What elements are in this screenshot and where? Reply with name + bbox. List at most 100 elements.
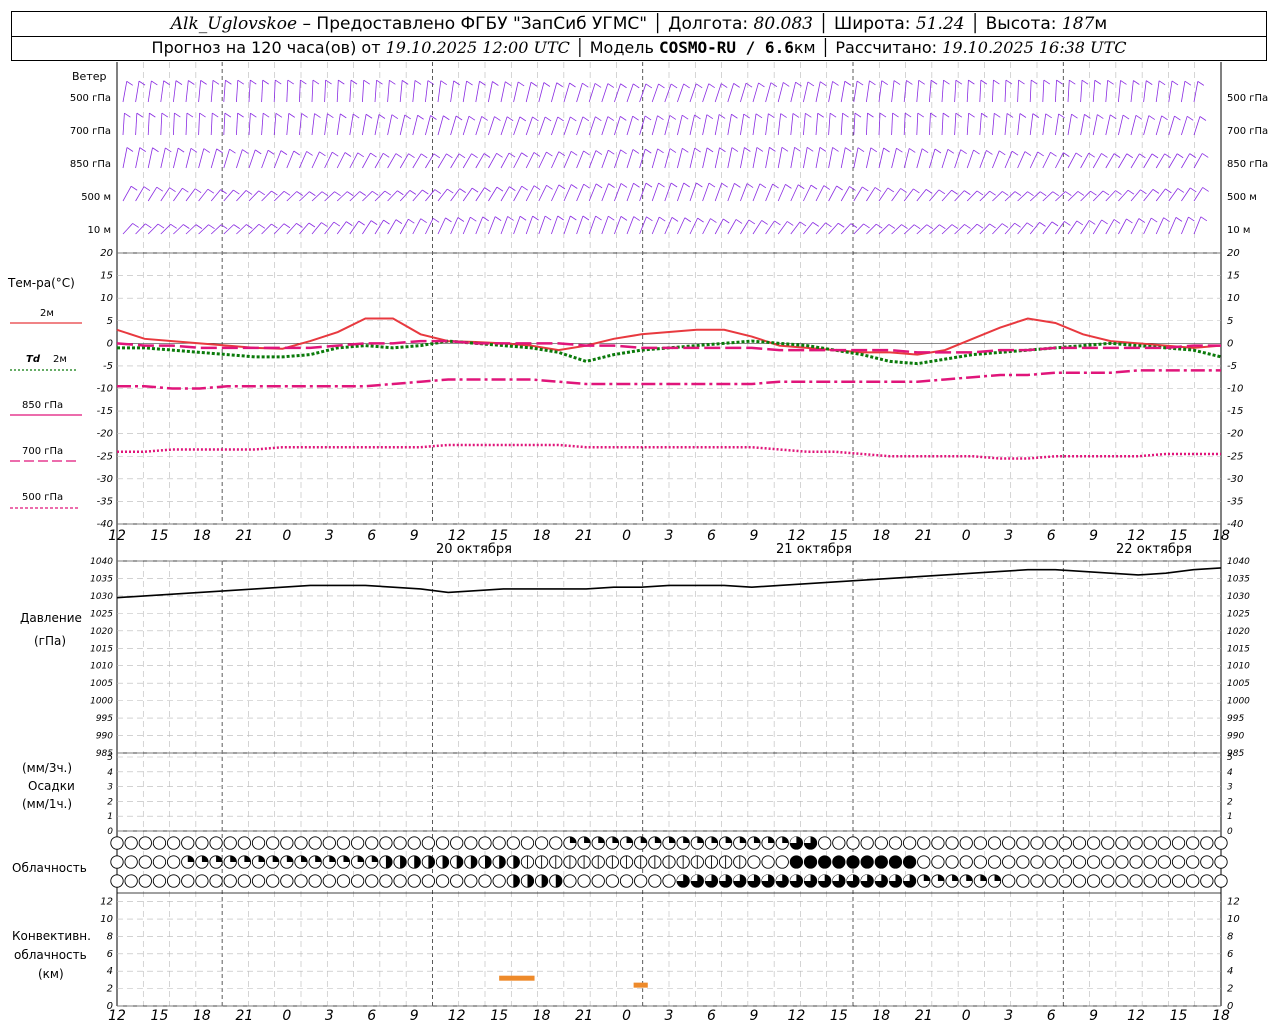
wind-barb-flag: [658, 83, 665, 89]
wind-barb: [412, 80, 416, 103]
wind-barb-flag: [569, 82, 576, 88]
time-axis-bottom-tick-label: 12: [1127, 1008, 1145, 1024]
wind-barb-flag: [955, 79, 963, 85]
wind-barb: [1118, 153, 1128, 169]
wind-barb-flag: [496, 186, 504, 192]
cloud-symbol: [450, 874, 464, 888]
cloud-symbol: [308, 855, 322, 869]
pressure-tick-left: 1035: [90, 574, 113, 584]
wind-barb-flag: [708, 83, 715, 89]
wind-barb-flag: [459, 188, 466, 193]
wind-barb: [1105, 190, 1116, 202]
wind-barb-flag: [344, 152, 352, 157]
wind-barb: [1017, 222, 1028, 235]
wind-barb: [311, 222, 322, 235]
cloud-symbol: [917, 874, 931, 888]
wind-barb: [1092, 80, 1096, 103]
wind-barb-flag: [389, 79, 396, 85]
wind-barb-flag: [706, 147, 714, 153]
wind-barb-flag: [433, 153, 441, 159]
wind-barb-flag: [420, 153, 428, 159]
wind-barb-flag: [145, 223, 152, 229]
cloud-symbol: [577, 855, 591, 869]
wind-barb: [1193, 216, 1202, 235]
wind-barb: [1055, 152, 1064, 169]
cloud-symbol: [704, 855, 719, 869]
wind-barb-flag: [124, 112, 131, 118]
cloud-symbol: [931, 874, 945, 888]
wind-barb: [651, 182, 659, 202]
wind-barb: [765, 183, 773, 202]
cloud-symbol: [860, 874, 874, 888]
wind-barb: [853, 223, 864, 235]
wind-barb-flag: [556, 82, 563, 88]
wind-barb-flag: [683, 182, 690, 188]
wind-barb: [601, 150, 609, 169]
wind-barb-flag: [126, 80, 133, 86]
wind-barb: [525, 82, 532, 103]
wind-barb: [626, 116, 634, 136]
pressure-tick-right: 1035: [1227, 574, 1250, 584]
cloud-symbol: [534, 855, 549, 869]
cloud-symbol: [747, 874, 761, 888]
wind-barb: [828, 113, 831, 136]
wind-barb-flag: [327, 113, 334, 119]
wind-barb-flag: [768, 113, 775, 119]
wind-barb-flag: [644, 115, 652, 121]
wind-barb: [878, 147, 884, 169]
wind-barb-flag: [863, 223, 870, 229]
wind-barb: [488, 81, 493, 103]
wind-barb-flag: [182, 187, 189, 193]
wind-barb: [664, 182, 672, 202]
wind-barb-flag: [1069, 79, 1076, 85]
wind-barb: [727, 114, 732, 136]
wind-barb: [1092, 153, 1102, 169]
wind-barb-flag: [1056, 79, 1063, 85]
cloud-symbol: [832, 855, 846, 869]
wind-barb: [702, 83, 710, 103]
cloud-symbol: [195, 836, 209, 850]
time-axis-top-tick-label: 18: [1212, 528, 1230, 544]
time-axis-bottom-tick-label: 6: [367, 1008, 376, 1024]
cloud-symbol: [931, 855, 945, 869]
wind-barb-flag: [904, 112, 912, 118]
pressure-tick-right: 1030: [1227, 592, 1250, 602]
wind-barb: [324, 191, 335, 202]
pressure-tick-right: 1005: [1227, 679, 1250, 689]
cloud-symbol: [209, 836, 223, 850]
cloud-symbol: [534, 836, 549, 850]
wind-barb-flag: [246, 224, 253, 229]
wind-barb: [425, 218, 434, 235]
cloud-symbol: [407, 855, 421, 869]
wind-barb-flag: [496, 152, 503, 158]
wind-barb-flag: [242, 149, 249, 154]
cloud-symbol: [549, 855, 563, 869]
cloud-symbol: [761, 836, 775, 850]
cloud-symbol: [379, 836, 393, 850]
wind-barb: [387, 80, 390, 103]
wind-barb: [966, 190, 978, 202]
cloud-symbol: [718, 855, 733, 869]
wind-barb-flag: [842, 112, 849, 118]
cloud-symbol: [336, 836, 351, 850]
cloud-symbol: [1101, 874, 1115, 888]
cloud-symbol: [662, 836, 676, 850]
wind-barb-flag: [1043, 79, 1051, 85]
wind-barb: [740, 147, 745, 169]
wind-barb-flag: [939, 224, 946, 230]
cloud-symbol: [676, 836, 690, 850]
pressure-tick-right: 1015: [1227, 644, 1250, 654]
wind-barb: [576, 150, 584, 169]
wind-barb: [475, 187, 485, 202]
wind-barb: [1143, 115, 1150, 136]
wind-barb-flag: [845, 147, 852, 152]
cloud-symbol: [733, 836, 747, 850]
cloud-symbol: [1002, 855, 1016, 869]
cloud-symbol: [634, 874, 648, 888]
wind-barb: [941, 224, 953, 235]
wind-barb: [702, 147, 708, 169]
wind-barb-flag: [384, 190, 392, 196]
cloud-symbol: [959, 874, 973, 888]
cloud-symbol: [832, 836, 846, 850]
wind-barb-flag: [283, 191, 291, 196]
